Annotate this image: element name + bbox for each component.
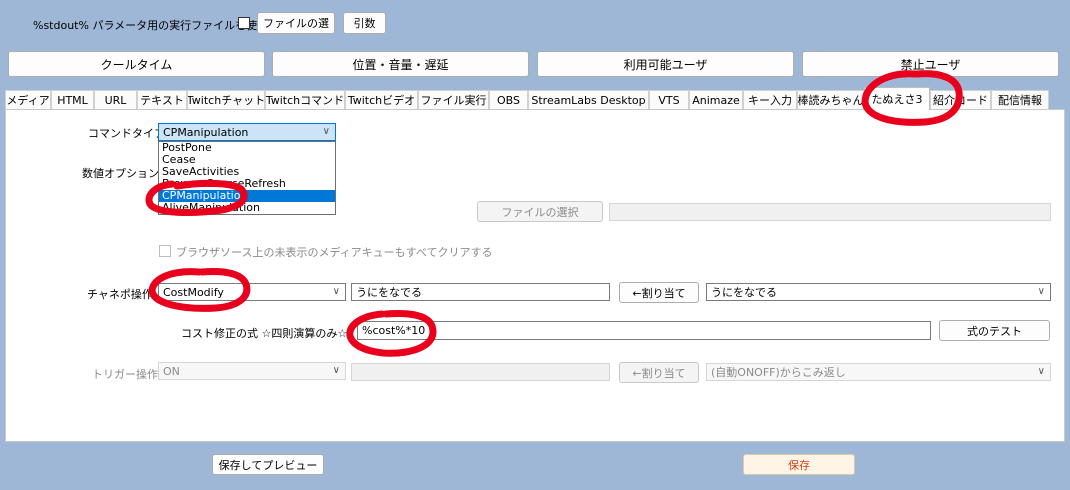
- tab-animaze[interactable]: Animaze: [689, 90, 743, 109]
- channel-point-name-input[interactable]: うにをなでる: [351, 283, 610, 301]
- tab-key-input[interactable]: キー入力: [743, 90, 797, 109]
- position-volume-delay-button[interactable]: 位置・音量・遅延: [272, 51, 529, 77]
- clear-queue-label: ブラウザソース上の未表示のメディアキューもすべてクリアする: [176, 246, 493, 259]
- tab-stream-info[interactable]: 配信情報: [991, 90, 1049, 109]
- tab-twitch-command[interactable]: Twitchコマンド: [265, 90, 345, 109]
- tab-text[interactable]: テキスト: [137, 90, 187, 109]
- trigger-label: トリガー操作: [92, 368, 158, 381]
- cost-formula-input[interactable]: %cost%*10: [357, 321, 931, 340]
- dropdown-option-selected[interactable]: CPManipulation: [159, 190, 335, 202]
- channel-point-label: チャネポ操作: [87, 288, 153, 301]
- trigger-op-select[interactable]: ON ∨: [158, 362, 346, 380]
- dropdown-option[interactable]: PostPone: [159, 142, 335, 154]
- tab-streamlabs-desktop[interactable]: StreamLabs Desktop: [528, 90, 649, 109]
- dropdown-option[interactable]: Cease: [159, 154, 335, 166]
- chevron-down-icon: ∨: [332, 286, 340, 297]
- trigger-name-input[interactable]: [351, 363, 610, 381]
- trigger-target-select[interactable]: (自動ONOFF)からこみ返し ∨: [706, 363, 1051, 381]
- command-type-label: コマンドタイプ: [88, 127, 165, 140]
- trigger-op-value: ON: [163, 364, 180, 378]
- assign-button[interactable]: ←割り当て: [619, 282, 699, 303]
- file-path-field[interactable]: [609, 203, 1051, 221]
- numeric-option-label: 数値オプション: [82, 167, 159, 180]
- clear-queue-checkbox[interactable]: [159, 245, 171, 257]
- chevron-down-icon: ∨: [332, 365, 340, 376]
- channel-point-target-value: うにをなでる: [711, 286, 777, 299]
- test-formula-button[interactable]: 式のテスト: [939, 320, 1050, 341]
- command-type-dropdown: PostPone Cease SaveActivities BrowserSou…: [158, 141, 336, 215]
- banned-users-button[interactable]: 禁止ユーザ: [802, 51, 1059, 77]
- tab-url[interactable]: URL: [94, 90, 137, 109]
- chevron-down-icon: ∨: [1037, 286, 1045, 297]
- trigger-target-value: (自動ONOFF)からこみ返し: [711, 366, 846, 379]
- tab-file-exec[interactable]: ファイル実行: [418, 90, 489, 109]
- channel-point-target-select[interactable]: うにをなでる ∨: [706, 283, 1051, 301]
- save-and-preview-button[interactable]: 保存してプレビュー: [212, 454, 324, 475]
- tab-bouyomi[interactable]: 棒読みちゃん: [797, 90, 864, 109]
- cooltime-button[interactable]: クールタイム: [8, 51, 265, 77]
- file-select-button[interactable]: ファイルの選: [257, 12, 335, 34]
- chevron-down-icon: ∨: [1037, 366, 1045, 377]
- dropdown-option[interactable]: SaveActivities: [159, 166, 335, 178]
- file-select-button-disabled[interactable]: ファイルの選択: [477, 201, 603, 222]
- tab-obs[interactable]: OBS: [489, 90, 528, 109]
- channel-point-op-value: CostModify: [163, 285, 224, 299]
- dropdown-option[interactable]: AliveManipulation: [159, 202, 335, 214]
- command-type-select[interactable]: CPManipulation ∨: [158, 123, 336, 141]
- tab-vts[interactable]: VTS: [649, 90, 689, 109]
- chevron-down-icon: ∨: [322, 126, 330, 137]
- stdout-checkbox[interactable]: [238, 17, 250, 29]
- tab-tanuesa3[interactable]: たぬえさ3: [864, 87, 930, 110]
- tab-twitch-chat[interactable]: Twitchチャット: [187, 90, 265, 109]
- tab-html[interactable]: HTML: [51, 90, 94, 109]
- allowed-users-button[interactable]: 利用可能ユーザ: [537, 51, 794, 77]
- command-type-value: CPManipulation: [163, 125, 249, 139]
- dropdown-option[interactable]: BrowserSourceRefresh: [159, 178, 335, 190]
- stdout-option-label: %stdout% パラメータ用の実行ファイルを使う: [33, 19, 269, 32]
- tab-twitch-video[interactable]: Twitchビデオ: [345, 90, 418, 109]
- cost-formula-label: コスト修正の式 ☆四則演算のみ☆: [181, 327, 348, 340]
- save-button[interactable]: 保存: [743, 454, 855, 475]
- args-button[interactable]: 引数: [343, 12, 386, 34]
- tab-media[interactable]: メディア: [5, 90, 51, 109]
- trigger-assign-button[interactable]: ←割り当て: [619, 362, 699, 383]
- tab-intro-code[interactable]: 紹介コード: [930, 90, 991, 109]
- channel-point-op-select[interactable]: CostModify ∨: [158, 283, 346, 301]
